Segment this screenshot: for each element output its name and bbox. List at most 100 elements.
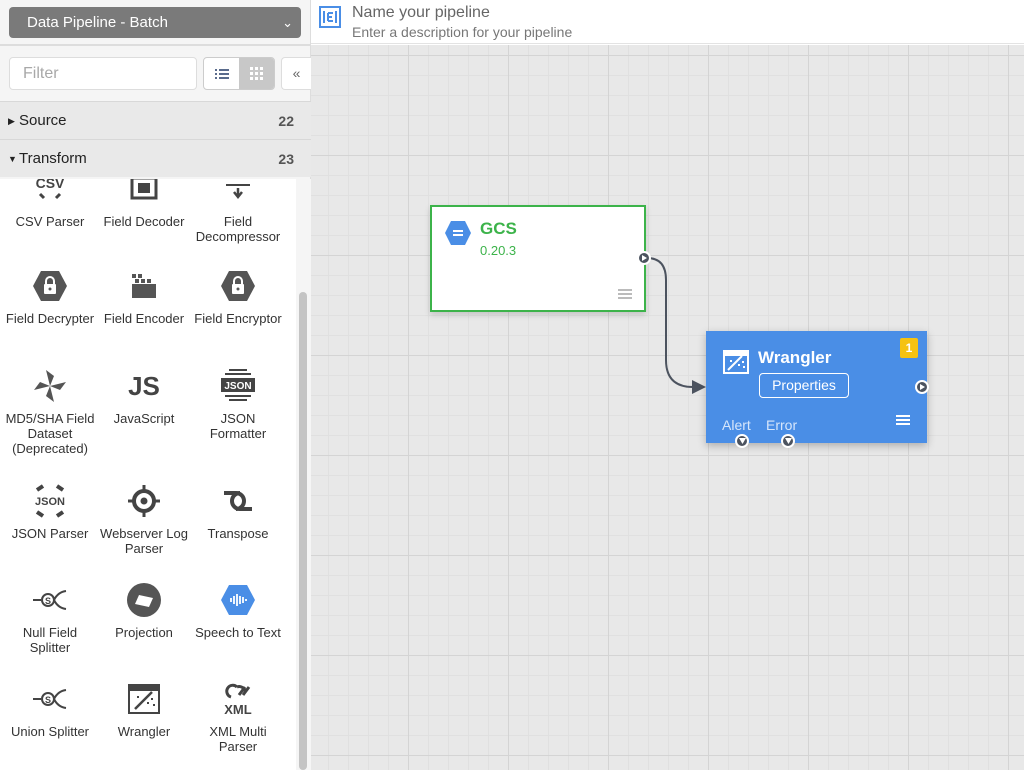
svg-text:XML: XML [224,702,252,717]
wrangler-icon [723,350,749,374]
alert-port[interactable] [735,434,749,448]
plugin-label: Transpose [207,526,269,541]
plugin-json-parser[interactable]: JSON JSON Parser [3,476,97,541]
plugin-wrangler[interactable]: Wrangler [97,674,191,739]
node-version: 0.20.3 [480,243,517,258]
plugin-transpose[interactable]: Transpose [191,476,285,541]
plugin-label: Field Encoder [103,311,185,326]
plugin-label: Field Decoder [103,214,185,229]
plugin-md5-sha[interactable]: MD5/SHA Field Dataset (Deprecated) [3,361,97,456]
node-wrangler[interactable]: Wrangler Properties Alert Error 1 [706,331,927,443]
pipeline-description-input[interactable]: Enter a description for your pipeline [352,24,572,40]
plugin-json-formatter[interactable]: JSON JSON Formatter [191,361,285,441]
plugin-label: Field Decompressor [195,214,281,244]
pipeline-header: Name your pipeline Enter a description f… [311,0,1024,44]
svg-text:JSON: JSON [224,381,251,392]
plugin-label: Webserver Log Parser [100,526,188,556]
plugin-label: MD5/SHA Field Dataset (Deprecated) [5,411,95,456]
menu-icon[interactable] [896,414,910,426]
warning-badge[interactable]: 1 [900,338,918,358]
group-count: 23 [278,151,294,167]
list-view-button[interactable] [204,58,239,89]
plugin-xml-multi-parser[interactable]: XML XML Multi Parser [191,674,285,754]
scrollbar-thumb[interactable] [299,292,307,770]
plugin-sidebar: Data Pipeline - Batch ⌄ « ▶ Source 22 ▼ … [0,0,311,770]
plugin-label: Wrangler [117,724,171,739]
field-decompressor-icon [226,184,250,200]
view-toggle [203,57,275,90]
svg-text:JS: JS [128,371,160,401]
csv-icon: CSV [36,179,65,200]
plugin-webserver-log-parser[interactable]: Webserver Log Parser [97,476,191,556]
plugin-javascript[interactable]: JS JavaScript [97,361,191,426]
plugin-projection[interactable]: Projection [97,575,191,640]
gcs-hexagon-icon [445,221,471,245]
error-port-label: Error [766,417,798,433]
group-name: Transform [19,150,87,167]
wrangler-icon [128,684,160,714]
pipeline-name-input[interactable]: Name your pipeline [352,4,490,22]
group-source[interactable]: ▶ Source 22 [0,101,311,139]
caret-down-icon: ▼ [8,154,17,164]
plugin-label: Union Splitter [10,724,90,739]
projection-icon [127,583,161,617]
triangle-down-icon [784,438,792,444]
plugin-label: JSON Formatter [209,411,267,441]
list-icon [214,68,229,79]
plugin-null-field-splitter[interactable]: S Null Field Splitter [3,575,97,655]
plugin-field-encoder[interactable]: Field Encoder [97,261,191,326]
plugin-field-encryptor[interactable]: Field Encryptor [191,261,285,326]
svg-text:CSV: CSV [36,179,65,191]
field-encoder-icon [132,274,156,298]
plugin-label: Projection [115,625,173,640]
splitter-icon: S [33,689,67,709]
svg-text:S: S [45,695,51,705]
node-gcs[interactable]: GCS 0.20.3 [430,205,646,312]
xml-icon: XML [224,683,252,717]
svg-text:JSON: JSON [35,496,65,508]
group-transform[interactable]: ▼ Transform 23 [0,139,311,177]
collapse-sidebar-button[interactable]: « [281,57,311,90]
gcs-output-port[interactable] [637,251,651,265]
grid-view-button[interactable] [239,58,274,89]
menu-icon[interactable] [618,288,632,300]
plugin-field-decoder[interactable]: Field Decoder [97,179,191,229]
lock-hexagon-icon [33,271,67,301]
plugin-union-splitter[interactable]: S Union Splitter [3,674,97,739]
plugin-speech-to-text[interactable]: Speech to Text [191,575,285,640]
plugin-label: Field Encryptor [194,311,282,326]
chevron-down-icon: ⌄ [282,15,293,30]
caret-right-icon: ▶ [8,116,15,126]
error-port[interactable] [781,434,795,448]
play-icon [920,384,925,390]
js-icon: JS [128,371,160,401]
plugin-csv-parser[interactable]: CSV CSV Parser [3,179,97,229]
json-formatter-icon: JSON [221,369,255,401]
pinwheel-icon [34,370,66,402]
crosshair-icon [128,485,160,517]
plugin-field-decrypter[interactable]: Field Decrypter [3,261,97,326]
speech-hexagon-icon [221,585,255,615]
wrangler-output-port[interactable] [915,380,929,394]
node-name: Wrangler [758,348,832,367]
grid-icon [250,67,263,80]
properties-button[interactable]: Properties [759,373,849,398]
plugin-label: Null Field Splitter [22,625,78,655]
plugin-label: XML Multi Parser [209,724,267,754]
pipeline-type-select[interactable]: Data Pipeline - Batch ⌄ [9,7,301,38]
plugin-label: CSV Parser [15,214,85,229]
lock-hexagon-icon [221,271,255,301]
json-parser-icon: JSON [35,484,65,518]
field-decoder-icon [130,179,158,200]
plugin-label: JavaScript [113,411,175,426]
divider [0,44,311,46]
filter-input[interactable] [9,57,197,90]
svg-text:S: S [45,596,51,606]
transpose-icon [224,491,252,511]
play-icon [642,255,647,261]
splitter-icon: S [33,590,67,610]
plugin-label: Speech to Text [195,625,281,640]
pipeline-type-label: Data Pipeline - Batch [27,14,168,31]
plugin-field-decompressor[interactable]: Field Decompressor [191,179,285,244]
pipeline-logo-icon [319,6,341,28]
